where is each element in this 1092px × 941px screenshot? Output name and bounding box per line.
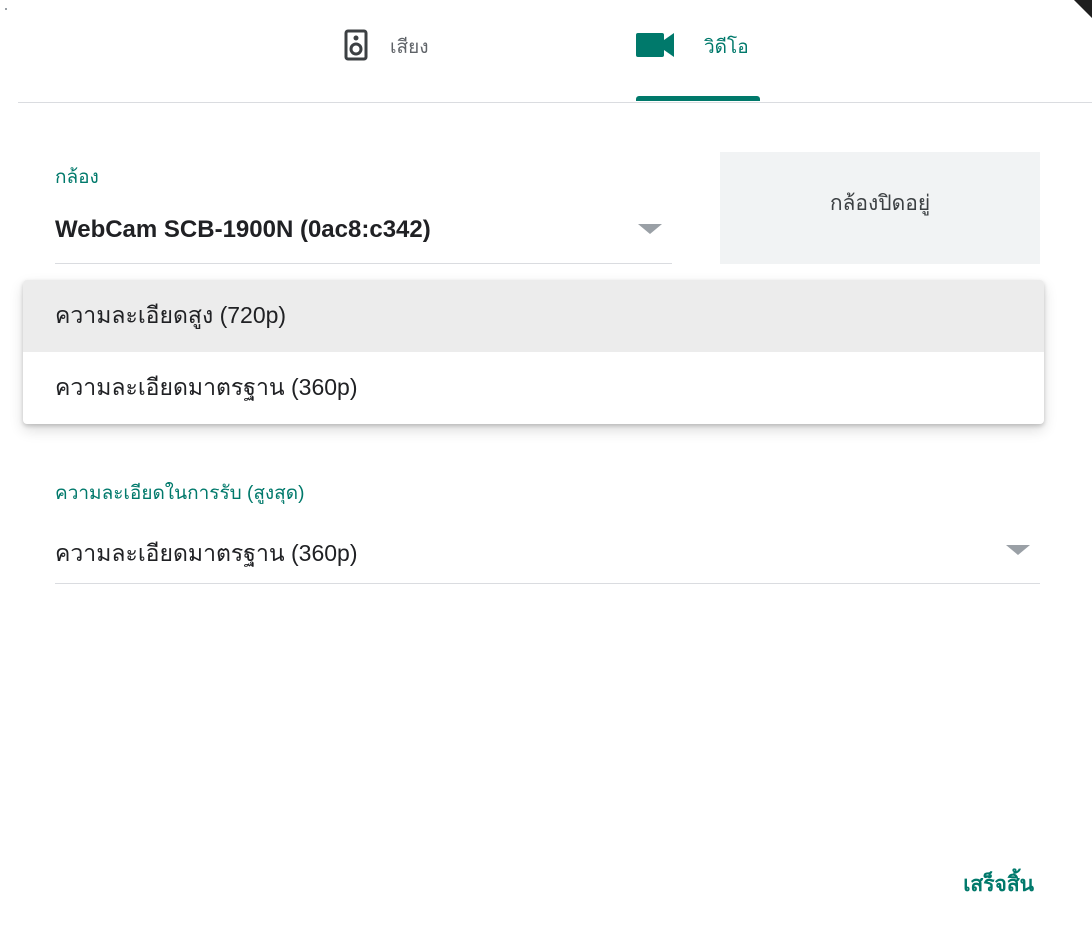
camera-select[interactable]: WebCam SCB-1900N (0ac8:c342) — [55, 216, 431, 244]
chevron-down-icon[interactable] — [638, 224, 662, 234]
camera-select-underline — [55, 263, 672, 264]
tab-bar: เสียง วิดีโอ — [18, 0, 1092, 103]
receive-resolution-select[interactable]: ความละเอียดมาตรฐาน (360p) — [55, 536, 357, 572]
corner-dot — [5, 8, 7, 10]
menu-option-720p[interactable]: ความละเอียดสูง (720p) — [23, 280, 1044, 352]
camera-label: กล้อง — [55, 167, 99, 188]
tab-audio-label: เสียง — [390, 37, 429, 58]
tab-video-label: วิดีโอ — [704, 37, 749, 58]
done-button[interactable]: เสร็จสิ้น — [963, 868, 1034, 901]
chevron-down-icon[interactable] — [1006, 545, 1030, 555]
camera-preview: กล้องปิดอยู่ — [720, 152, 1040, 264]
videocam-icon — [636, 31, 676, 64]
active-tab-indicator — [636, 96, 760, 101]
camera-off-text: กล้องปิดอยู่ — [829, 191, 931, 215]
tab-video[interactable]: วิดีโอ — [636, 0, 749, 102]
tab-audio[interactable]: เสียง — [344, 0, 429, 102]
receive-resolution-underline — [55, 583, 1040, 584]
menu-option-360p[interactable]: ความละเอียดมาตรฐาน (360p) — [23, 352, 1044, 424]
speaker-icon — [344, 29, 368, 66]
settings-dialog: เสียง วิดีโอ กล้อง WebCam SCB-1900N (0ac… — [0, 0, 1092, 941]
send-resolution-menu: ความละเอียดสูง (720p) ความละเอียดมาตรฐาน… — [23, 280, 1044, 424]
receive-resolution-label: ความละเอียดในการรับ (สูงสุด) — [55, 483, 305, 504]
